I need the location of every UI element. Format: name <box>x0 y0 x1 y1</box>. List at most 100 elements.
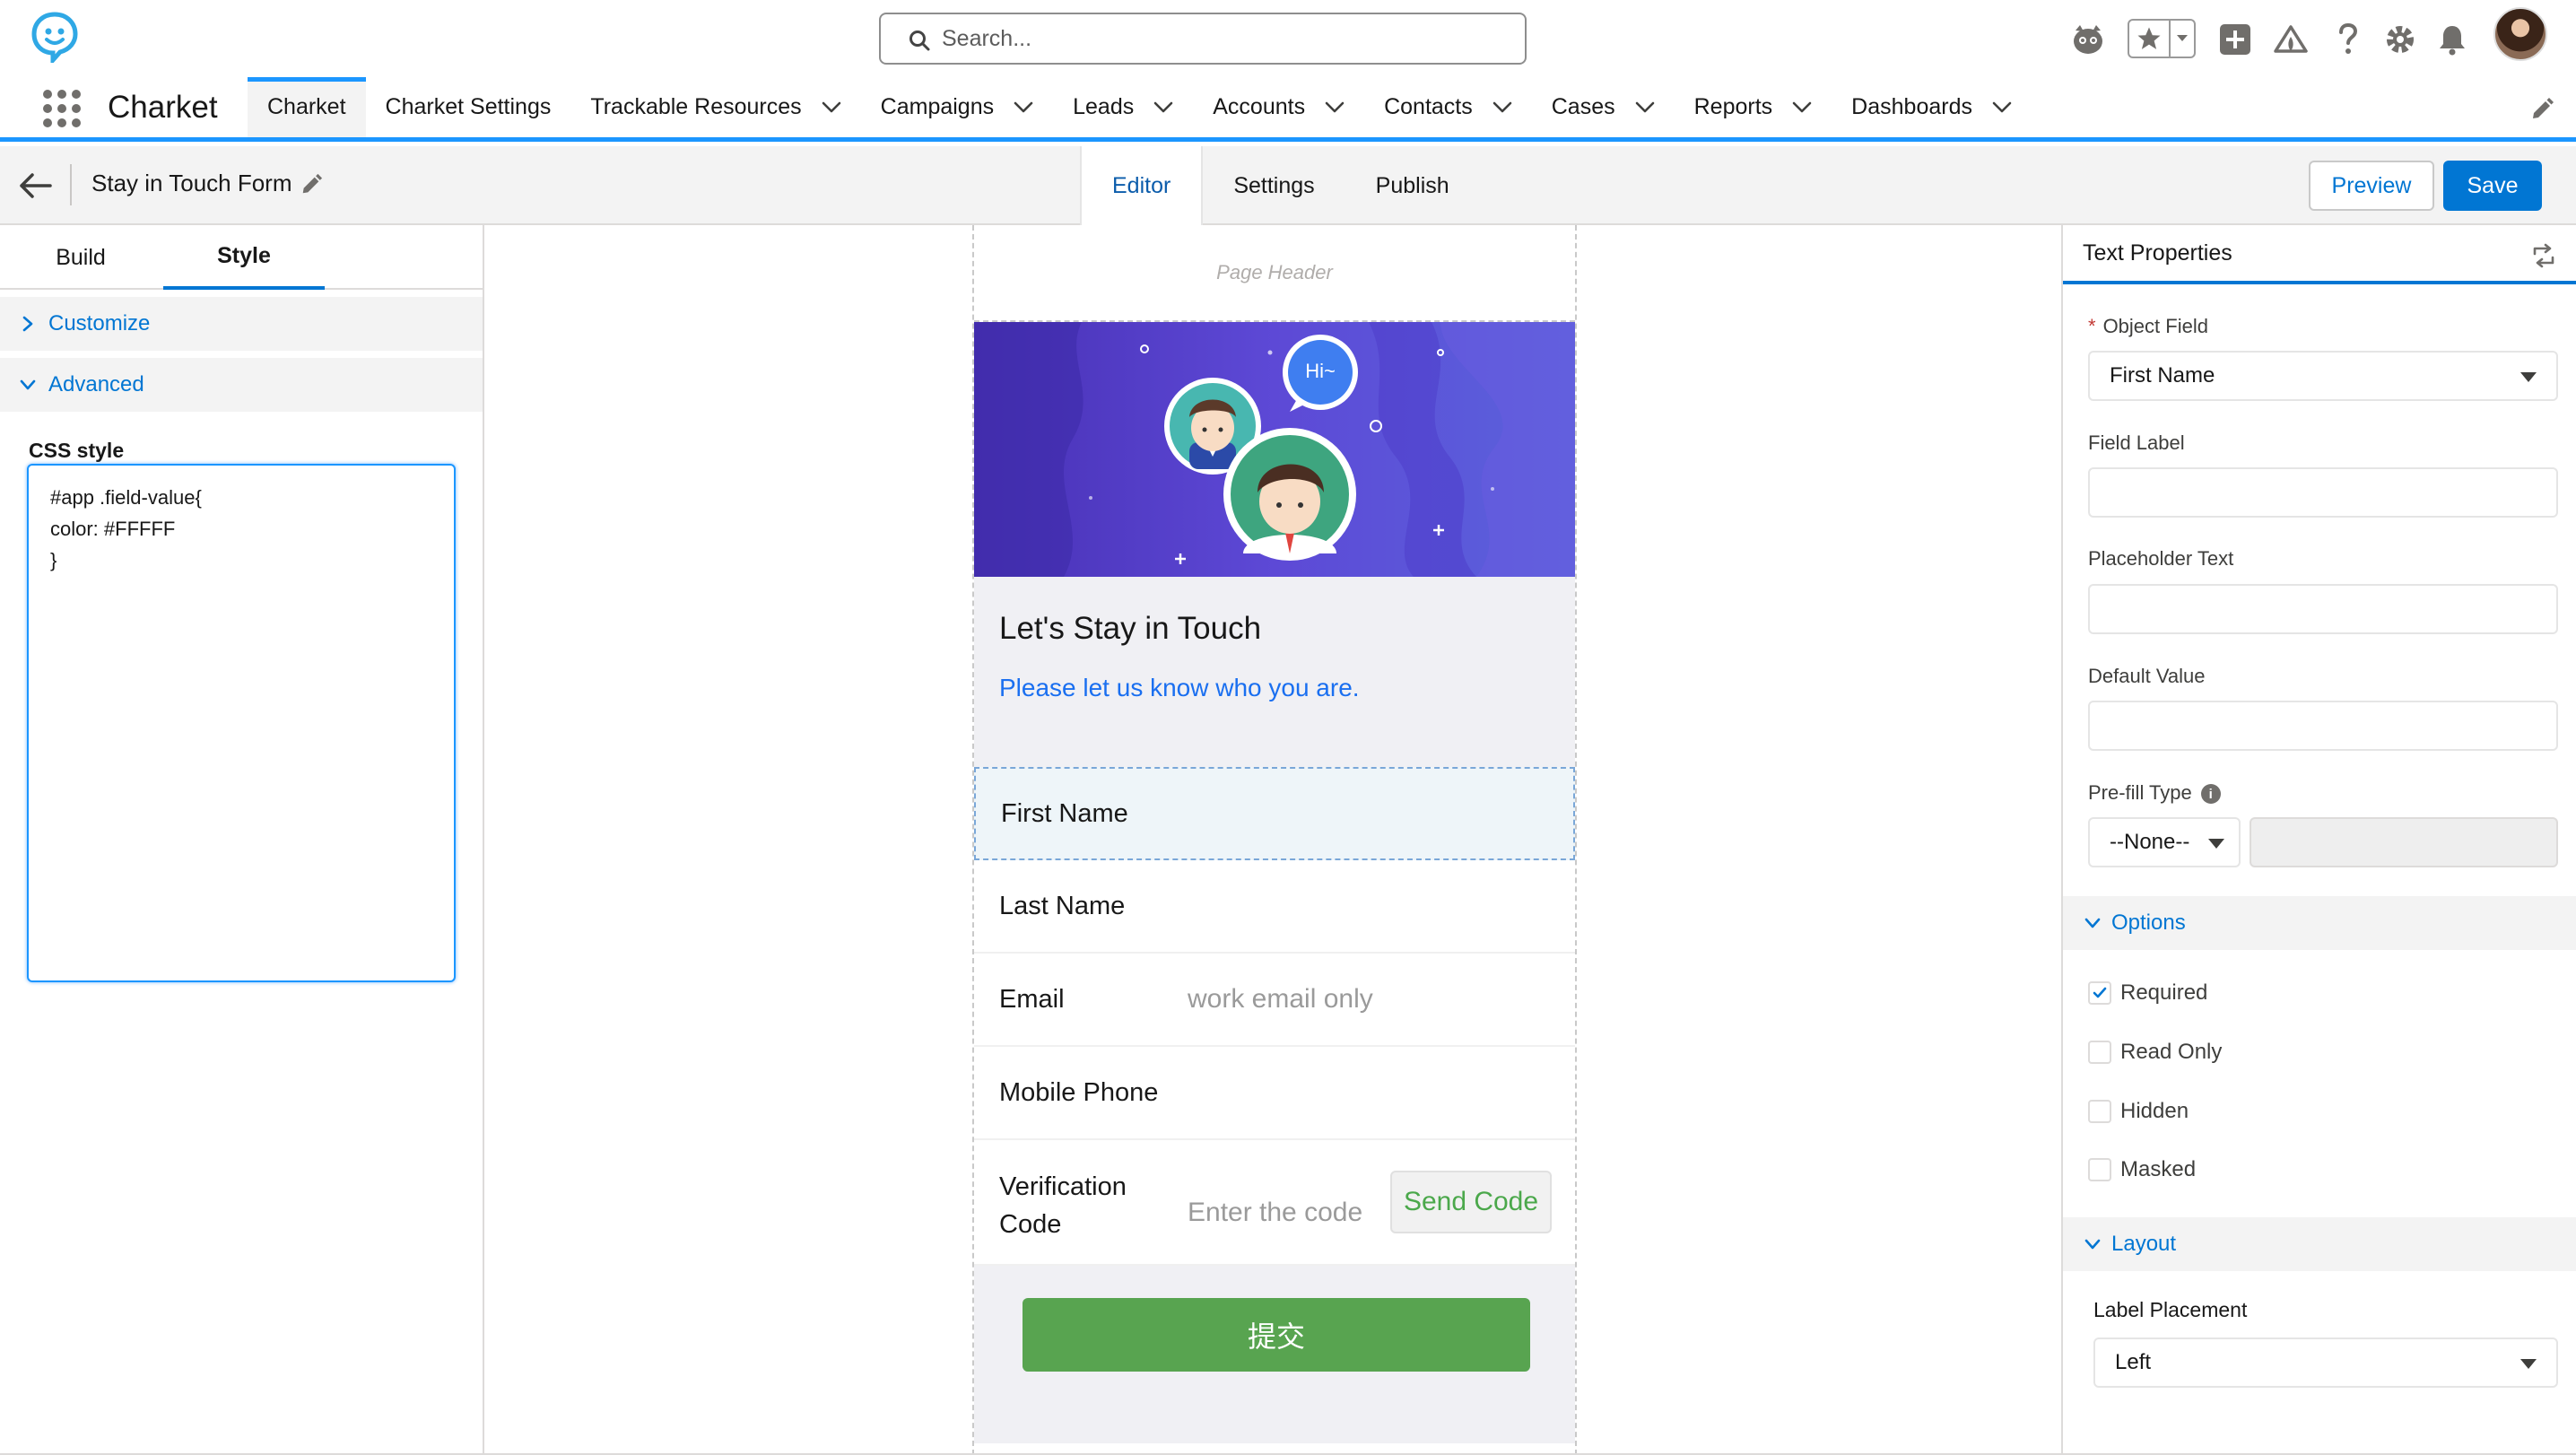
read-only-checkbox[interactable] <box>2088 1041 2111 1064</box>
chevron-down-icon[interactable] <box>1635 101 1655 114</box>
form-preview: Page Header Hi~ Let's Stay in Touch Plea… <box>972 225 1577 1455</box>
form-canvas: Page Header Hi~ Let's Stay in Touch Plea… <box>486 225 2061 1455</box>
properties-header: Text Properties <box>2063 225 2576 284</box>
chevron-down-icon[interactable] <box>1153 101 1173 114</box>
field-email[interactable]: Email work email only <box>974 954 1575 1047</box>
nav-item-charket[interactable]: Charket <box>248 77 366 137</box>
verification-placeholder: Enter the code <box>1188 1198 1363 1227</box>
preview-button[interactable]: Preview <box>2309 161 2434 211</box>
nav-item-accounts[interactable]: Accounts <box>1193 77 1364 137</box>
hidden-checkbox[interactable] <box>2088 1100 2111 1123</box>
favorites-star-icon[interactable] <box>2129 21 2169 57</box>
field-label: First Name <box>1001 799 1128 828</box>
trailhead-icon[interactable] <box>2271 20 2311 59</box>
nav-item-campaigns[interactable]: Campaigns <box>861 77 1053 137</box>
nav-item-label: Reports <box>1693 94 1773 119</box>
option-required[interactable]: Required <box>2088 980 2207 1006</box>
nav-item-charket-settings[interactable]: Charket Settings <box>366 77 571 137</box>
default-value-input[interactable] <box>2088 701 2558 751</box>
app-navigation-bar: Charket Charket Charket Settings Trackable… <box>0 77 2576 142</box>
label-placement-label: Label Placement <box>2093 1298 2248 1321</box>
options-label: Options <box>2111 910 2186 935</box>
option-label: Hidden <box>2120 1099 2189 1123</box>
app-launcher-icon[interactable] <box>43 90 81 127</box>
favorites-dropdown-icon[interactable] <box>2169 21 2194 57</box>
nav-item-label: Contacts <box>1384 94 1473 119</box>
tab-build[interactable]: Build <box>0 225 161 290</box>
option-hidden[interactable]: Hidden <box>2088 1099 2189 1124</box>
chevron-down-icon[interactable] <box>1792 101 1812 114</box>
chevron-down-icon <box>2084 1239 2101 1250</box>
chevron-down-icon[interactable] <box>1014 101 1033 114</box>
option-read-only[interactable]: Read Only <box>2088 1040 2222 1065</box>
charket-logo-icon[interactable] <box>30 11 79 63</box>
nav-item-label: Cases <box>1551 94 1615 119</box>
chevron-down-icon[interactable] <box>1992 101 2012 114</box>
page-header-placeholder[interactable]: Page Header <box>974 225 1575 322</box>
masked-checkbox[interactable] <box>2088 1158 2111 1181</box>
field-first-name[interactable]: First Name <box>974 767 1575 860</box>
prefill-type-select[interactable]: --None-- <box>2088 817 2241 867</box>
field-last-name[interactable]: Last Name <box>974 860 1575 954</box>
default-value-label: Default Value <box>2088 665 2206 687</box>
customize-section-toggle[interactable]: Customize <box>0 297 483 351</box>
required-checkbox[interactable] <box>2088 981 2111 1005</box>
submit-button[interactable]: 提交 <box>1023 1298 1530 1372</box>
edit-title-pencil-icon[interactable] <box>300 173 323 196</box>
field-verification-code[interactable]: Verification Code Enter the code Send Co… <box>974 1140 1575 1266</box>
swap-arrows-icon[interactable] <box>2531 243 2556 268</box>
nav-item-label: Accounts <box>1213 94 1306 119</box>
chevron-down-icon <box>20 379 36 390</box>
css-style-textarea[interactable]: #app .field-value{ color: #FFFFF } <box>27 464 456 982</box>
global-add-icon[interactable] <box>2215 20 2255 59</box>
object-field-value: First Name <box>2110 363 2215 388</box>
notifications-bell-icon[interactable] <box>2432 20 2472 59</box>
nav-item-contacts[interactable]: Contacts <box>1364 77 1532 137</box>
form-heading: Let's Stay in Touch <box>999 611 1262 646</box>
field-label-label: Field Label <box>2088 431 2185 454</box>
help-icon[interactable] <box>2328 20 2368 59</box>
tab-settings[interactable]: Settings <box>1203 146 1345 225</box>
chevron-down-icon[interactable] <box>1325 101 1345 114</box>
nav-item-label: Charket Settings <box>385 94 552 119</box>
edit-nav-pencil-icon[interactable] <box>2529 97 2554 122</box>
form-intro[interactable]: Let's Stay in Touch Please let us know w… <box>974 577 1575 767</box>
send-code-button[interactable]: Send Code <box>1390 1171 1552 1233</box>
advanced-section-toggle[interactable]: Advanced <box>0 358 483 412</box>
field-mobile-phone[interactable]: Mobile Phone <box>974 1047 1575 1140</box>
hero-banner-image[interactable]: Hi~ <box>974 322 1575 577</box>
field-label-input[interactable] <box>2088 467 2558 518</box>
user-avatar[interactable] <box>2493 7 2547 61</box>
option-masked[interactable]: Masked <box>2088 1157 2196 1182</box>
chevron-down-icon[interactable] <box>1493 101 1512 114</box>
assistant-bot-icon[interactable] <box>2068 20 2108 59</box>
search-icon <box>909 30 930 51</box>
back-arrow-icon[interactable] <box>16 170 54 202</box>
properties-title: Text Properties <box>2083 240 2232 266</box>
chevron-down-icon[interactable] <box>822 101 841 114</box>
nav-item-cases[interactable]: Cases <box>1532 77 1675 137</box>
layout-section-toggle[interactable]: Layout <box>2063 1217 2576 1271</box>
dropdown-caret-icon <box>2520 1359 2537 1369</box>
tab-publish[interactable]: Publish <box>1345 146 1480 225</box>
option-label: Read Only <box>2120 1040 2223 1064</box>
prefill-type-label: Pre-fill Type i <box>2088 781 2221 805</box>
nav-item-dashboards[interactable]: Dashboards <box>1832 77 2032 137</box>
global-search[interactable] <box>879 13 1527 65</box>
options-section-toggle[interactable]: Options <box>2063 896 2576 950</box>
left-panel-tabs: Build Style <box>0 225 483 290</box>
nav-item-trackable-resources[interactable]: Trackable Resources <box>570 77 860 137</box>
setup-gear-icon[interactable] <box>2380 20 2420 59</box>
tab-style[interactable]: Style <box>163 225 325 290</box>
save-button[interactable]: Save <box>2443 161 2542 211</box>
label-placement-select[interactable]: Left <box>2093 1337 2558 1388</box>
placeholder-text-input[interactable] <box>2088 584 2558 634</box>
placeholder-text-label: Placeholder Text <box>2088 547 2234 570</box>
tab-editor[interactable]: Editor <box>1080 146 1204 225</box>
info-icon[interactable]: i <box>2200 784 2221 805</box>
nav-item-leads[interactable]: Leads <box>1053 77 1193 137</box>
object-field-select[interactable]: First Name <box>2088 351 2558 401</box>
option-label: Required <box>2120 980 2208 1005</box>
search-input[interactable] <box>942 22 1498 56</box>
nav-item-reports[interactable]: Reports <box>1675 77 1832 137</box>
